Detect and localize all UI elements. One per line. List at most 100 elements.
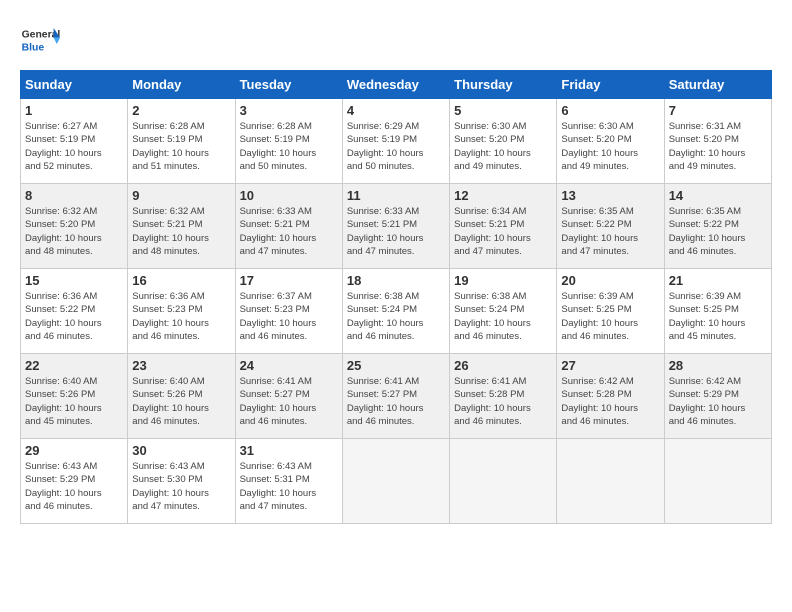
day-info: Sunrise: 6:32 AMSunset: 5:21 PMDaylight:… xyxy=(132,205,230,258)
day-info: Sunrise: 6:43 AMSunset: 5:29 PMDaylight:… xyxy=(25,460,123,513)
calendar-week-row: 15 Sunrise: 6:36 AMSunset: 5:22 PMDayligh… xyxy=(21,269,772,354)
day-info: Sunrise: 6:35 AMSunset: 5:22 PMDaylight:… xyxy=(561,205,659,258)
day-number: 28 xyxy=(669,358,767,373)
day-number: 16 xyxy=(132,273,230,288)
day-number: 15 xyxy=(25,273,123,288)
day-number: 2 xyxy=(132,103,230,118)
day-info: Sunrise: 6:42 AMSunset: 5:29 PMDaylight:… xyxy=(669,375,767,428)
calendar-cell: 30 Sunrise: 6:43 AMSunset: 5:30 PMDayligh… xyxy=(128,439,235,524)
day-info: Sunrise: 6:31 AMSunset: 5:20 PMDaylight:… xyxy=(669,120,767,173)
day-number: 4 xyxy=(347,103,445,118)
day-number: 17 xyxy=(240,273,338,288)
weekday-header-wednesday: Wednesday xyxy=(342,71,449,99)
calendar-cell: 23 Sunrise: 6:40 AMSunset: 5:26 PMDayligh… xyxy=(128,354,235,439)
day-info: Sunrise: 6:41 AMSunset: 5:27 PMDaylight:… xyxy=(347,375,445,428)
day-number: 30 xyxy=(132,443,230,458)
day-number: 14 xyxy=(669,188,767,203)
calendar-cell: 25 Sunrise: 6:41 AMSunset: 5:27 PMDayligh… xyxy=(342,354,449,439)
day-info: Sunrise: 6:36 AMSunset: 5:23 PMDaylight:… xyxy=(132,290,230,343)
day-info: Sunrise: 6:39 AMSunset: 5:25 PMDaylight:… xyxy=(561,290,659,343)
logo: General Blue xyxy=(20,20,64,60)
calendar-cell: 16 Sunrise: 6:36 AMSunset: 5:23 PMDayligh… xyxy=(128,269,235,354)
calendar-cell: 17 Sunrise: 6:37 AMSunset: 5:23 PMDayligh… xyxy=(235,269,342,354)
day-number: 7 xyxy=(669,103,767,118)
calendar-cell: 19Sunrise: 6:38 AMSunset: 5:24 PMDayligh… xyxy=(450,269,557,354)
calendar-cell xyxy=(664,439,771,524)
calendar-week-row: 29 Sunrise: 6:43 AMSunset: 5:29 PMDayligh… xyxy=(21,439,772,524)
calendar-cell: 10 Sunrise: 6:33 AMSunset: 5:21 PMDayligh… xyxy=(235,184,342,269)
day-number: 3 xyxy=(240,103,338,118)
day-info: Sunrise: 6:36 AMSunset: 5:22 PMDaylight:… xyxy=(25,290,123,343)
calendar-cell: 24Sunrise: 6:41 AMSunset: 5:27 PMDayligh… xyxy=(235,354,342,439)
day-number: 29 xyxy=(25,443,123,458)
day-number: 25 xyxy=(347,358,445,373)
day-number: 10 xyxy=(240,188,338,203)
day-info: Sunrise: 6:32 AMSunset: 5:20 PMDaylight:… xyxy=(25,205,123,258)
day-number: 31 xyxy=(240,443,338,458)
calendar-cell: 18 Sunrise: 6:38 AMSunset: 5:24 PMDayligh… xyxy=(342,269,449,354)
day-info: Sunrise: 6:28 AMSunset: 5:19 PMDaylight:… xyxy=(132,120,230,173)
day-info: Sunrise: 6:40 AMSunset: 5:26 PMDaylight:… xyxy=(25,375,123,428)
day-info: Sunrise: 6:34 AMSunset: 5:21 PMDaylight:… xyxy=(454,205,552,258)
calendar-cell: 21 Sunrise: 6:39 AMSunset: 5:25 PMDayligh… xyxy=(664,269,771,354)
calendar-cell xyxy=(557,439,664,524)
calendar-cell: 2 Sunrise: 6:28 AMSunset: 5:19 PMDaylight… xyxy=(128,99,235,184)
weekday-header-thursday: Thursday xyxy=(450,71,557,99)
day-number: 22 xyxy=(25,358,123,373)
weekday-header-tuesday: Tuesday xyxy=(235,71,342,99)
day-number: 13 xyxy=(561,188,659,203)
day-number: 21 xyxy=(669,273,767,288)
weekday-header-sunday: Sunday xyxy=(21,71,128,99)
day-info: Sunrise: 6:39 AMSunset: 5:25 PMDaylight:… xyxy=(669,290,767,343)
calendar-cell xyxy=(342,439,449,524)
calendar-cell: 28 Sunrise: 6:42 AMSunset: 5:29 PMDayligh… xyxy=(664,354,771,439)
day-number: 27 xyxy=(561,358,659,373)
day-info: Sunrise: 6:38 AMSunset: 5:24 PMDaylight:… xyxy=(454,290,552,343)
day-number: 26 xyxy=(454,358,552,373)
day-info: Sunrise: 6:37 AMSunset: 5:23 PMDaylight:… xyxy=(240,290,338,343)
logo-icon: General Blue xyxy=(20,20,60,60)
calendar-cell: 7 Sunrise: 6:31 AMSunset: 5:20 PMDaylight… xyxy=(664,99,771,184)
calendar-cell: 13 Sunrise: 6:35 AMSunset: 5:22 PMDayligh… xyxy=(557,184,664,269)
day-info: Sunrise: 6:41 AMSunset: 5:28 PMDaylight:… xyxy=(454,375,552,428)
day-number: 18 xyxy=(347,273,445,288)
day-number: 9 xyxy=(132,188,230,203)
day-info: Sunrise: 6:38 AMSunset: 5:24 PMDaylight:… xyxy=(347,290,445,343)
calendar-week-row: 22 Sunrise: 6:40 AMSunset: 5:26 PMDayligh… xyxy=(21,354,772,439)
day-info: Sunrise: 6:43 AMSunset: 5:31 PMDaylight:… xyxy=(240,460,338,513)
day-info: Sunrise: 6:27 AMSunset: 5:19 PMDaylight:… xyxy=(25,120,123,173)
day-number: 5 xyxy=(454,103,552,118)
calendar-cell: 31 Sunrise: 6:43 AMSunset: 5:31 PMDayligh… xyxy=(235,439,342,524)
day-number: 1 xyxy=(25,103,123,118)
weekday-header-friday: Friday xyxy=(557,71,664,99)
weekday-header-monday: Monday xyxy=(128,71,235,99)
day-info: Sunrise: 6:30 AMSunset: 5:20 PMDaylight:… xyxy=(454,120,552,173)
day-info: Sunrise: 6:40 AMSunset: 5:26 PMDaylight:… xyxy=(132,375,230,428)
calendar-cell: 4 Sunrise: 6:29 AMSunset: 5:19 PMDaylight… xyxy=(342,99,449,184)
calendar-cell xyxy=(450,439,557,524)
svg-text:Blue: Blue xyxy=(22,42,45,53)
day-number: 23 xyxy=(132,358,230,373)
calendar-cell: 12 Sunrise: 6:34 AMSunset: 5:21 PMDayligh… xyxy=(450,184,557,269)
day-number: 12 xyxy=(454,188,552,203)
day-info: Sunrise: 6:29 AMSunset: 5:19 PMDaylight:… xyxy=(347,120,445,173)
page-header: General Blue xyxy=(20,20,772,60)
calendar-cell: 14Sunrise: 6:35 AMSunset: 5:22 PMDayligh… xyxy=(664,184,771,269)
calendar-cell: 8 Sunrise: 6:32 AMSunset: 5:20 PMDaylight… xyxy=(21,184,128,269)
calendar-cell: 3Sunrise: 6:28 AMSunset: 5:19 PMDaylight… xyxy=(235,99,342,184)
calendar-cell: 5 Sunrise: 6:30 AMSunset: 5:20 PMDaylight… xyxy=(450,99,557,184)
calendar-week-row: 1 Sunrise: 6:27 AMSunset: 5:19 PMDaylight… xyxy=(21,99,772,184)
calendar-cell: 29 Sunrise: 6:43 AMSunset: 5:29 PMDayligh… xyxy=(21,439,128,524)
calendar-header-row: SundayMondayTuesdayWednesdayThursdayFrid… xyxy=(21,71,772,99)
day-info: Sunrise: 6:30 AMSunset: 5:20 PMDaylight:… xyxy=(561,120,659,173)
weekday-header-saturday: Saturday xyxy=(664,71,771,99)
day-number: 8 xyxy=(25,188,123,203)
calendar-cell: 9 Sunrise: 6:32 AMSunset: 5:21 PMDaylight… xyxy=(128,184,235,269)
day-info: Sunrise: 6:33 AMSunset: 5:21 PMDaylight:… xyxy=(240,205,338,258)
calendar-cell: 1 Sunrise: 6:27 AMSunset: 5:19 PMDaylight… xyxy=(21,99,128,184)
day-info: Sunrise: 6:43 AMSunset: 5:30 PMDaylight:… xyxy=(132,460,230,513)
day-info: Sunrise: 6:33 AMSunset: 5:21 PMDaylight:… xyxy=(347,205,445,258)
calendar-cell: 11Sunrise: 6:33 AMSunset: 5:21 PMDayligh… xyxy=(342,184,449,269)
calendar-cell: 26 Sunrise: 6:41 AMSunset: 5:28 PMDayligh… xyxy=(450,354,557,439)
day-info: Sunrise: 6:42 AMSunset: 5:28 PMDaylight:… xyxy=(561,375,659,428)
